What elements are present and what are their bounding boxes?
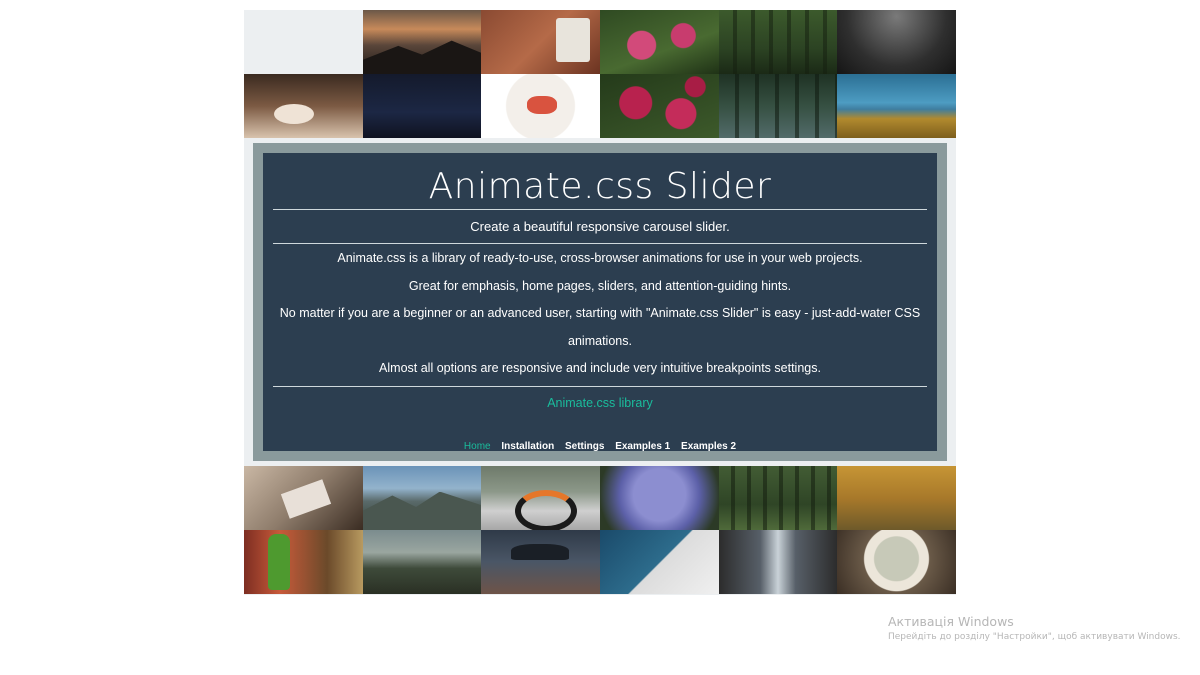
photo-tile (718, 466, 838, 530)
photo-tile (837, 74, 956, 138)
photo-tile (599, 530, 719, 594)
nav-examples-1[interactable]: Examples 1 (615, 441, 670, 452)
description-paragraph: Animate.css is a library of ready-to-use… (337, 251, 863, 265)
page-container: Animate.css Slider Create a beautiful re… (244, 10, 956, 595)
photo-tile (244, 466, 363, 530)
photo-tile (718, 74, 838, 138)
nav-settings[interactable]: Settings (565, 441, 604, 452)
slider-nav: Home Installation Settings Examples 1 Ex… (263, 441, 937, 452)
photo-tile (362, 466, 482, 530)
photo-grid-bottom (244, 466, 956, 594)
photo-tile (837, 530, 956, 594)
nav-examples-2[interactable]: Examples 2 (681, 441, 736, 452)
photo-tile (362, 530, 482, 594)
divider (273, 243, 927, 244)
photo-tile (362, 74, 482, 138)
library-link[interactable]: Animate.css library (547, 396, 653, 410)
activation-subtitle: Перейдіть до розділу "Настройки", щоб ак… (888, 632, 1181, 642)
divider (273, 385, 927, 387)
photo-tile (837, 466, 956, 530)
description-paragraph: No matter if you are a beginner or an ad… (279, 306, 921, 348)
photo-tile (481, 10, 600, 74)
divider (273, 209, 927, 210)
nav-installation[interactable]: Installation (501, 441, 554, 452)
slider-panel: Animate.css Slider Create a beautiful re… (263, 153, 937, 452)
photo-tile (362, 10, 482, 74)
photo-tile (718, 530, 838, 594)
photo-tile (481, 530, 600, 594)
activation-title: Активація Windows (888, 614, 1014, 629)
photo-grid-top (244, 10, 956, 138)
photo-tile (481, 74, 600, 138)
photo-tile (244, 10, 363, 74)
windows-activation-watermark: Активація Windows Перейдіть до розділу "… (888, 614, 1181, 642)
nav-home[interactable]: Home (464, 441, 491, 452)
photo-tile (244, 74, 363, 138)
photo-tile (244, 530, 363, 594)
description: Animate.css is a library of ready-to-use… (263, 245, 937, 383)
photo-tile (837, 10, 956, 74)
description-paragraph: Great for emphasis, home pages, sliders,… (408, 278, 792, 293)
slider-frame: Animate.css Slider Create a beautiful re… (253, 143, 947, 461)
photo-tile (599, 74, 719, 138)
description-paragraph: Almost all options are responsive and in… (379, 361, 821, 375)
photo-tile (599, 10, 719, 74)
photo-tile (718, 10, 838, 74)
photo-tile (599, 466, 719, 530)
photo-tile (481, 466, 600, 530)
subtitle: Create a beautiful responsive carousel s… (470, 219, 730, 234)
page-title: Animate.css Slider (428, 166, 772, 207)
